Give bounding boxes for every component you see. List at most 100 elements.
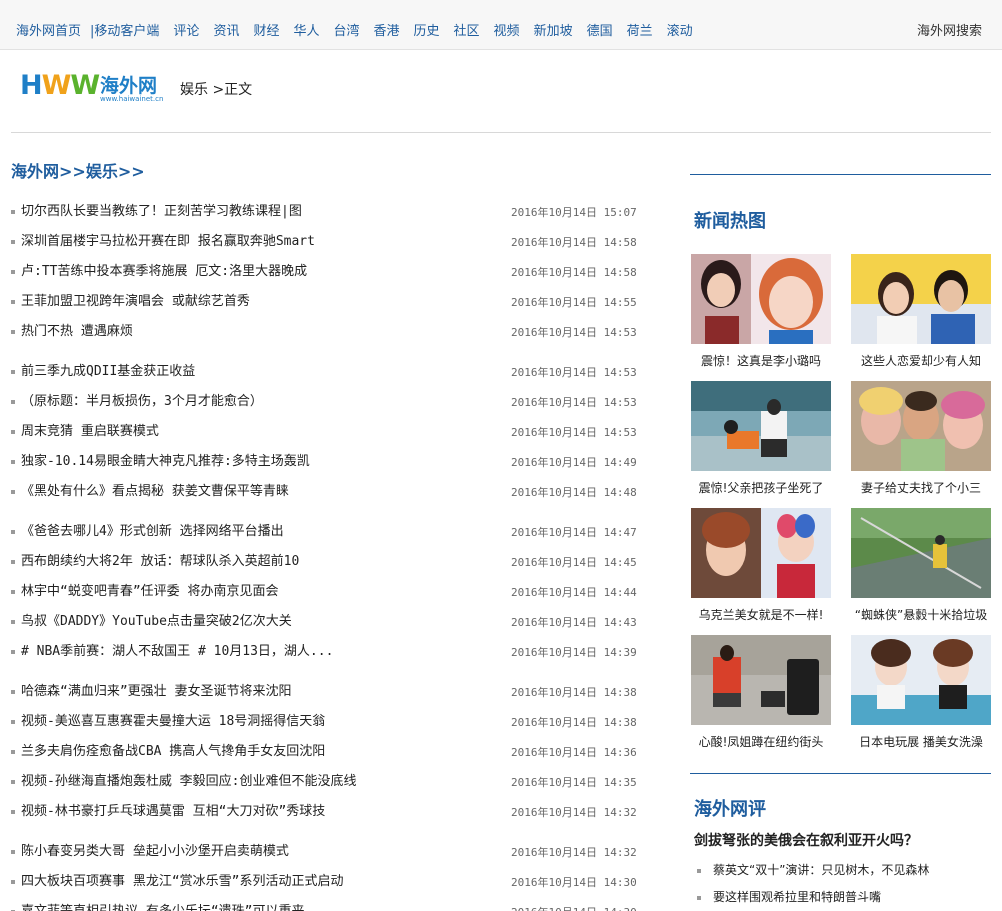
news-title-link[interactable]: 西布朗续约大将2年 放话：帮球队杀入英超前10 <box>21 550 299 574</box>
hot-photo-7[interactable] <box>691 635 831 725</box>
news-list-item[interactable]: 《黑处有什么》看点揭秘 获姜文曹保平等青睐 2016年10月14日 14:48 <box>11 480 641 510</box>
news-title-link[interactable]: 兰多夫肩伤痊愈备战CBA 携高人气搀角手女友回沈阳 <box>21 740 325 764</box>
news-title-link[interactable]: 嘉文菲等直相引热议 有多少乐坛“遗珠”可以重来 <box>21 900 304 911</box>
news-title-link[interactable]: 哈德森“满血归来”更强壮 妻女圣诞节将来沈阳 <box>21 680 291 704</box>
news-list-item[interactable]: 前三季九成QDII基金获正收益 2016年10月14日 14:53 <box>11 360 641 390</box>
commentary-item-text[interactable]: 要这样围观希拉里和特朗普斗嘴 <box>713 890 881 904</box>
news-list-item[interactable]: # NBA季前赛：湖人不敌国王 # 10月13日，湖人... 2016年10月14… <box>11 640 641 670</box>
news-title-link[interactable]: 深圳首届楼宇马拉松开赛在即 报名赢取奔驰Smart <box>21 230 315 254</box>
nav-link-chinese[interactable]: 华人 <box>293 24 319 39</box>
hot-photo-caption-8[interactable]: 日本电玩展 播美女洗澡 <box>846 733 996 750</box>
news-title-link[interactable]: 周末竞猜 重启联赛模式 <box>21 420 159 444</box>
news-list-item[interactable]: 兰多夫肩伤痊愈备战CBA 携高人气搀角手女友回沈阳 2016年10月14日 14:… <box>11 740 641 770</box>
nav-link-germany[interactable]: 德国 <box>587 24 613 39</box>
nav-link-hongkong[interactable]: 香港 <box>374 24 400 39</box>
news-title-link[interactable]: 《爸爸去哪儿4》形式创新 选择网络平台播出 <box>21 520 284 544</box>
news-list-item[interactable]: 视频-孙继海直播炮轰杜威 李毅回应:创业难但不能没底线 2016年10月14日 1… <box>11 770 641 800</box>
hot-photo-caption-4[interactable]: 妻子给丈夫找了个小三 <box>846 479 996 496</box>
news-title-link[interactable]: # NBA季前赛：湖人不敌国王 # 10月13日，湖人... <box>21 640 333 664</box>
site-logo[interactable]: HWW 海外网 www.haiwainet.cn <box>20 70 163 104</box>
hot-photo-caption-7[interactable]: 心酸!凤姐蹲在纽约街头 <box>686 733 836 750</box>
news-title-link[interactable]: 林宇中“蜕变吧青春”任评委 将办南京见面会 <box>21 580 278 604</box>
hot-photo-caption-2[interactable]: 这些人恋爱却少有人知 <box>846 352 996 369</box>
news-list-item[interactable]: 切尔西队长要当教练了！正刻苦学习教练课程|图 2016年10月14日 15:07 <box>11 200 641 230</box>
news-list-item[interactable]: （原标题：半月板损伤，3个月才能愈合） 2016年10月14日 14:53 <box>11 390 641 420</box>
news-list-item[interactable]: 独家-10.14易眼金睛大神克凡推荐:多特主场轰凯 2016年10月14日 14:… <box>11 450 641 480</box>
hot-photo-3[interactable] <box>691 381 831 471</box>
news-timestamp: 2016年10月14日 14:47 <box>511 526 637 539</box>
commentary-headline[interactable]: 剑拔弩张的美俄会在叙利亚开火吗？ <box>694 830 918 850</box>
news-list-item[interactable]: 深圳首届楼宇马拉松开赛在即 报名赢取奔驰Smart 2016年10月14日 14:… <box>11 230 641 260</box>
hot-photo-2[interactable] <box>851 254 991 344</box>
news-list-item[interactable]: 四大板块百项赛事 黑龙江“赏冰乐雪”系列活动正式启动 2016年10月14日 14… <box>11 870 641 900</box>
hot-photo-5[interactable] <box>691 508 831 598</box>
news-title-link[interactable]: 卢:TT苦练中投本赛季将施展 厄文:洛里大器晚成 <box>21 260 307 284</box>
hot-photo-caption-3[interactable]: 震惊!父亲把孩子坐死了 <box>686 479 836 496</box>
hot-photo-caption-1[interactable]: 震惊！这真是李小璐吗 <box>686 352 836 369</box>
news-title-link[interactable]: 视频-孙继海直播炮轰杜威 李毅回应:创业难但不能没底线 <box>21 770 356 794</box>
nav-link-news[interactable]: 资讯 <box>213 24 239 39</box>
news-title-link[interactable]: 视频-林书豪打乒乓球遇莫雷 互相“大刀对砍”秀球技 <box>21 800 325 824</box>
news-timestamp: 2016年10月14日 15:07 <box>511 206 637 219</box>
news-list-item[interactable]: 《爸爸去哪儿4》形式创新 选择网络平台播出 2016年10月14日 14:47 <box>11 520 641 550</box>
hot-photo-caption-5[interactable]: 乌克兰美女就是不一样! <box>686 606 836 623</box>
nav-link-video[interactable]: 视频 <box>494 24 520 39</box>
hot-photo-6[interactable] <box>851 508 991 598</box>
news-list-item[interactable]: 视频-林书豪打乒乓球遇莫雷 互相“大刀对砍”秀球技 2016年10月14日 14:… <box>11 800 641 830</box>
news-title-link[interactable]: 四大板块百项赛事 黑龙江“赏冰乐雪”系列活动正式启动 <box>21 870 343 894</box>
hot-photo-1[interactable] <box>691 254 831 344</box>
section-breadcrumb[interactable]: 海外网>>娱乐>> <box>11 158 145 182</box>
commentary-item[interactable]: 蔡英文“双十”演讲：只见树木，不见森林 <box>697 861 929 878</box>
news-timestamp: 2016年10月14日 14:39 <box>511 646 637 659</box>
bullet-icon <box>11 780 15 784</box>
news-title-link[interactable]: 独家-10.14易眼金睛大神克凡推荐:多特主场轰凯 <box>21 450 310 474</box>
news-list-item[interactable]: 卢:TT苦练中投本赛季将施展 厄文:洛里大器晚成 2016年10月14日 14:5… <box>11 260 641 290</box>
commentary-item-text[interactable]: 蔡英文“双十”演讲：只见树木，不见森林 <box>713 863 929 877</box>
top-nav-links: 海外网首页 |移动客户端 评论 资讯 财经 华人 台湾 香港 历史 社区 视频 新加坡 德国 荷兰 滚动 <box>16 20 693 39</box>
news-title-link[interactable]: 《黑处有什么》看点揭秘 获姜文曹保平等青睐 <box>21 480 289 504</box>
bullet-icon <box>11 750 15 754</box>
news-title-link[interactable]: 鸟叔《DADDY》YouTube点击量突破2亿次大关 <box>21 610 292 634</box>
news-title-link[interactable]: 切尔西队长要当教练了！正刻苦学习教练课程|图 <box>21 200 302 224</box>
news-list-item[interactable]: 周末竞猜 重启联赛模式 2016年10月14日 14:53 <box>11 420 641 450</box>
news-title-link[interactable]: 王菲加盟卫视跨年演唱会 或献综艺首秀 <box>21 290 250 314</box>
news-list-item[interactable]: 鸟叔《DADDY》YouTube点击量突破2亿次大关 2016年10月14日 14… <box>11 610 641 640</box>
site-search-link[interactable]: 海外网搜索 <box>917 20 982 39</box>
news-list-item[interactable]: 热门不热 遭遇麻烦 2016年10月14日 14:53 <box>11 320 641 350</box>
nav-link-comment[interactable]: 评论 <box>173 24 199 39</box>
bullet-icon <box>11 560 15 564</box>
bullet-icon <box>11 370 15 374</box>
bullet-icon <box>11 620 15 624</box>
nav-link-history[interactable]: 历史 <box>414 24 440 39</box>
news-list-item[interactable]: 王菲加盟卫视跨年演唱会 或献综艺首秀 2016年10月14日 14:55 <box>11 290 641 320</box>
nav-link-community[interactable]: 社区 <box>454 24 480 39</box>
nav-link-finance[interactable]: 财经 <box>253 24 279 39</box>
news-title-link[interactable]: 前三季九成QDII基金获正收益 <box>21 360 195 384</box>
hot-photo-4[interactable] <box>851 381 991 471</box>
hot-photo-caption-6[interactable]: “蜘蛛侠”悬豰十米拾垃圾 <box>846 606 996 623</box>
nav-home-link[interactable]: 海外网首页 <box>16 24 81 39</box>
news-title-link[interactable]: 视频-美巡喜互惠赛霍夫曼撞大运 18号洞摇得信天翁 <box>21 710 325 734</box>
nav-mobile-link[interactable]: 移动客户端 <box>94 24 159 39</box>
news-list-item[interactable]: 嘉文菲等直相引热议 有多少乐坛“遗珠”可以重来 2016年10月14日 14:30 <box>11 900 641 911</box>
nav-link-scroll[interactable]: 滚动 <box>667 24 693 39</box>
nav-link-taiwan[interactable]: 台湾 <box>333 24 359 39</box>
commentary-item[interactable]: 要这样围观希拉里和特朗普斗嘴 <box>697 888 881 905</box>
top-nav: 海外网首页 |移动客户端 评论 资讯 财经 华人 台湾 香港 历史 社区 视频 新加坡 德国 荷兰 滚动 海… <box>0 0 1002 50</box>
news-timestamp: 2016年10月14日 14:58 <box>511 266 637 279</box>
nav-link-netherlands[interactable]: 荷兰 <box>627 24 653 39</box>
news-title-link[interactable]: 陈小春变另类大哥 垒起小小沙堡开启卖萌模式 <box>21 840 289 864</box>
hot-photo-8[interactable] <box>851 635 991 725</box>
news-list-item[interactable]: 陈小春变另类大哥 垒起小小沙堡开启卖萌模式 2016年10月14日 14:32 <box>11 840 641 870</box>
news-list-item[interactable]: 视频-美巡喜互惠赛霍夫曼撞大运 18号洞摇得信天翁 2016年10月14日 14:… <box>11 710 641 740</box>
news-list-item[interactable]: 哈德森“满血归来”更强壮 妻女圣诞节将来沈阳 2016年10月14日 14:38 <box>11 680 641 710</box>
news-list-item[interactable]: 西布朗续约大将2年 放话：帮球队杀入英超前10 2016年10月14日 14:45 <box>11 550 641 580</box>
news-title-link[interactable]: （原标题：半月板损伤，3个月才能愈合） <box>21 390 263 414</box>
bullet-icon <box>11 810 15 814</box>
news-list-item[interactable]: 林宇中“蜕变吧青春”任评委 将办南京见面会 2016年10月14日 14:44 <box>11 580 641 610</box>
sidebar-divider-top <box>690 174 991 175</box>
news-title-link[interactable]: 热门不热 遭遇麻烦 <box>21 320 133 344</box>
news-timestamp: 2016年10月14日 14:38 <box>511 716 637 729</box>
nav-link-singapore[interactable]: 新加坡 <box>534 24 573 39</box>
bullet-icon <box>697 895 701 900</box>
